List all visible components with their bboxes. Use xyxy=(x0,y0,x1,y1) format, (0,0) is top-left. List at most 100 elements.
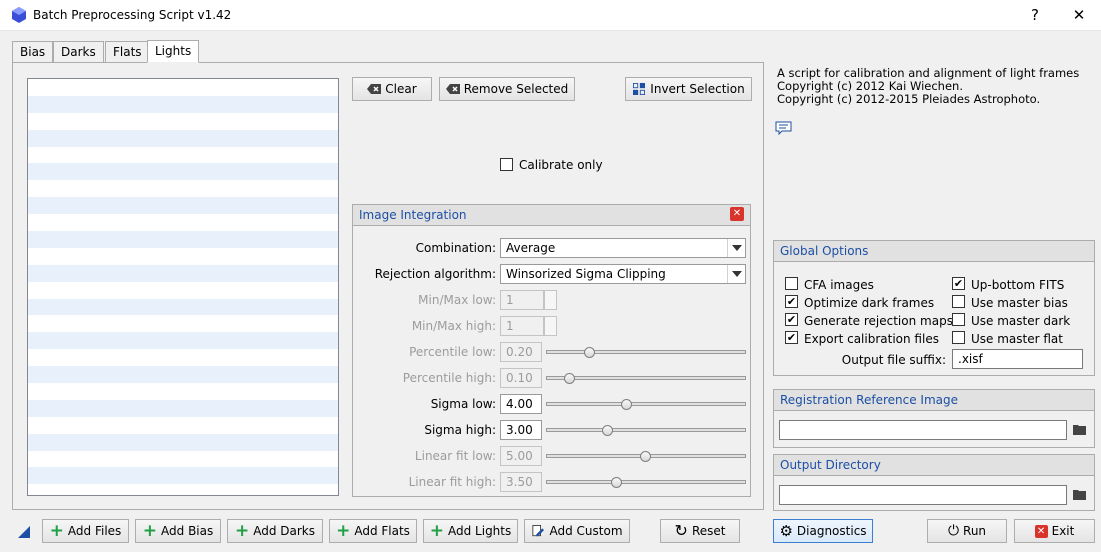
minmax-low-label: Min/Max low: xyxy=(418,293,496,307)
registration-input[interactable] xyxy=(779,420,1067,440)
corner-triangle-icon[interactable] xyxy=(18,526,30,538)
percentile-low-label: Percentile low: xyxy=(409,345,496,359)
minmax-low-input[interactable]: 1 xyxy=(500,290,544,310)
sigma-high-input[interactable]: 3.00 xyxy=(500,420,542,440)
export-calib-label: Export calibration files xyxy=(804,332,939,346)
image-integration-title: Image Integration xyxy=(352,204,751,226)
edit-document-icon xyxy=(532,525,545,537)
add-flats-button[interactable]: + Add Flats xyxy=(329,519,417,543)
minmax-high-input[interactable]: 1 xyxy=(500,316,544,336)
combination-label: Combination: xyxy=(415,241,496,255)
reset-button[interactable]: ↻ Reset xyxy=(660,519,740,543)
linear-fit-high-slider[interactable] xyxy=(546,480,746,484)
help-button[interactable]: ? xyxy=(1012,0,1058,31)
minmax-low-spinner[interactable] xyxy=(544,290,557,310)
tab-bias[interactable]: Bias xyxy=(12,41,54,63)
linear-fit-low-thumb[interactable] xyxy=(640,451,651,462)
close-button[interactable]: ✕ xyxy=(1056,0,1101,31)
minmax-high-label: Min/Max high: xyxy=(411,319,496,333)
eraser-icon xyxy=(445,84,460,94)
sigma-high-thumb[interactable] xyxy=(602,425,613,436)
percentile-high-slider[interactable] xyxy=(546,376,746,380)
export-calib-checkbox[interactable]: ✔ xyxy=(785,331,798,344)
remove-selected-button[interactable]: Remove Selected xyxy=(439,77,575,101)
window-title: Batch Preprocessing Script v1.42 xyxy=(33,8,232,22)
calibrate-only-label: Calibrate only xyxy=(519,158,603,172)
add-files-button[interactable]: + Add Files xyxy=(42,519,129,543)
diagnostics-button[interactable]: ⚙ Diagnostics xyxy=(773,519,873,543)
file-list[interactable] xyxy=(27,78,339,496)
use-master-flat-checkbox[interactable] xyxy=(952,331,965,344)
sigma-high-label: Sigma high: xyxy=(424,423,496,437)
folder-icon[interactable] xyxy=(1073,424,1086,435)
add-custom-label: Add Custom xyxy=(549,524,623,538)
rejection-select[interactable]: Winsorized Sigma Clipping xyxy=(500,264,746,284)
global-options-title: Global Options xyxy=(773,240,1095,262)
percentile-low-input[interactable]: 0.20 xyxy=(500,342,542,362)
add-bias-button[interactable]: + Add Bias xyxy=(135,519,221,543)
optimize-dark-label: Optimize dark frames xyxy=(804,296,935,310)
linear-fit-low-label: Linear fit low: xyxy=(414,449,496,463)
linear-fit-high-thumb[interactable] xyxy=(611,477,622,488)
exit-button[interactable]: ✕ Exit xyxy=(1014,519,1095,543)
invert-selection-icon xyxy=(633,83,646,95)
exit-label: Exit xyxy=(1051,524,1075,538)
eraser-icon xyxy=(367,84,382,94)
percentile-low-thumb[interactable] xyxy=(584,347,595,358)
gen-rejection-label: Generate rejection maps xyxy=(804,314,953,328)
run-button[interactable]: ⏻ Run xyxy=(927,519,1007,543)
up-bottom-fits-checkbox[interactable]: ✔ xyxy=(952,277,965,290)
add-bias-label: Add Bias xyxy=(161,524,214,538)
power-icon: ⏻ xyxy=(947,523,960,539)
calibrate-only-checkbox[interactable] xyxy=(500,158,513,171)
use-master-dark-label: Use master dark xyxy=(971,314,1071,328)
output-dir-input[interactable] xyxy=(779,485,1067,505)
remove-selected-label: Remove Selected xyxy=(463,82,569,96)
sigma-low-input[interactable]: 4.00 xyxy=(500,394,542,414)
linear-fit-low-input[interactable]: 5.00 xyxy=(500,446,542,466)
use-master-flat-label: Use master flat xyxy=(971,332,1063,346)
linear-fit-high-label: Linear fit high: xyxy=(408,475,496,489)
add-lights-button[interactable]: + Add Lights xyxy=(423,519,518,543)
comment-icon[interactable] xyxy=(775,121,792,135)
minmax-high-spinner[interactable] xyxy=(544,316,557,336)
percentile-high-thumb[interactable] xyxy=(564,373,575,384)
sigma-low-slider[interactable] xyxy=(546,402,746,406)
percentile-high-label: Percentile high: xyxy=(402,371,496,385)
add-custom-button[interactable]: Add Custom xyxy=(524,519,630,543)
add-darks-button[interactable]: + Add Darks xyxy=(227,519,323,543)
combination-select[interactable]: Average xyxy=(500,238,746,258)
info-line-3: Copyright (c) 2012-2015 Pleiades Astroph… xyxy=(777,92,1041,106)
percentile-high-input[interactable]: 0.10 xyxy=(500,368,542,388)
sigma-low-thumb[interactable] xyxy=(621,399,632,410)
reset-label: Reset xyxy=(691,524,726,538)
gen-rejection-checkbox[interactable]: ✔ xyxy=(785,313,798,326)
tab-darks[interactable]: Darks xyxy=(53,41,104,63)
cfa-images-checkbox[interactable] xyxy=(785,277,798,290)
sigma-low-label: Sigma low: xyxy=(430,397,496,411)
sigma-high-slider[interactable] xyxy=(546,428,746,432)
cfa-images-label: CFA images xyxy=(804,278,874,292)
clear-button[interactable]: Clear xyxy=(352,77,432,101)
percentile-low-slider[interactable] xyxy=(546,350,746,354)
add-flats-label: Add Flats xyxy=(354,524,410,538)
linear-fit-high-input[interactable]: 3.50 xyxy=(500,472,542,492)
suffix-input[interactable]: .xisf xyxy=(952,349,1083,369)
info-text: A script for calibration and alignment o… xyxy=(777,67,1079,106)
diagnostics-label: Diagnostics xyxy=(796,524,867,538)
run-label: Run xyxy=(963,524,987,538)
plus-icon: + xyxy=(234,521,250,541)
rejection-value: Winsorized Sigma Clipping xyxy=(506,267,666,281)
tab-lights[interactable]: Lights xyxy=(147,40,200,63)
rejection-label: Rejection algorithm: xyxy=(374,267,496,281)
plus-icon: + xyxy=(336,521,351,541)
optimize-dark-checkbox[interactable]: ✔ xyxy=(785,295,798,308)
invert-selection-button[interactable]: Invert Selection xyxy=(625,77,752,101)
use-master-bias-checkbox[interactable] xyxy=(952,295,965,308)
gear-icon: ⚙ xyxy=(779,522,793,540)
use-master-dark-checkbox[interactable] xyxy=(952,313,965,326)
app-icon xyxy=(12,7,26,23)
tab-flats[interactable]: Flats xyxy=(105,41,150,63)
collapse-icon[interactable]: ✕ xyxy=(730,207,744,221)
folder-icon[interactable] xyxy=(1073,489,1086,500)
